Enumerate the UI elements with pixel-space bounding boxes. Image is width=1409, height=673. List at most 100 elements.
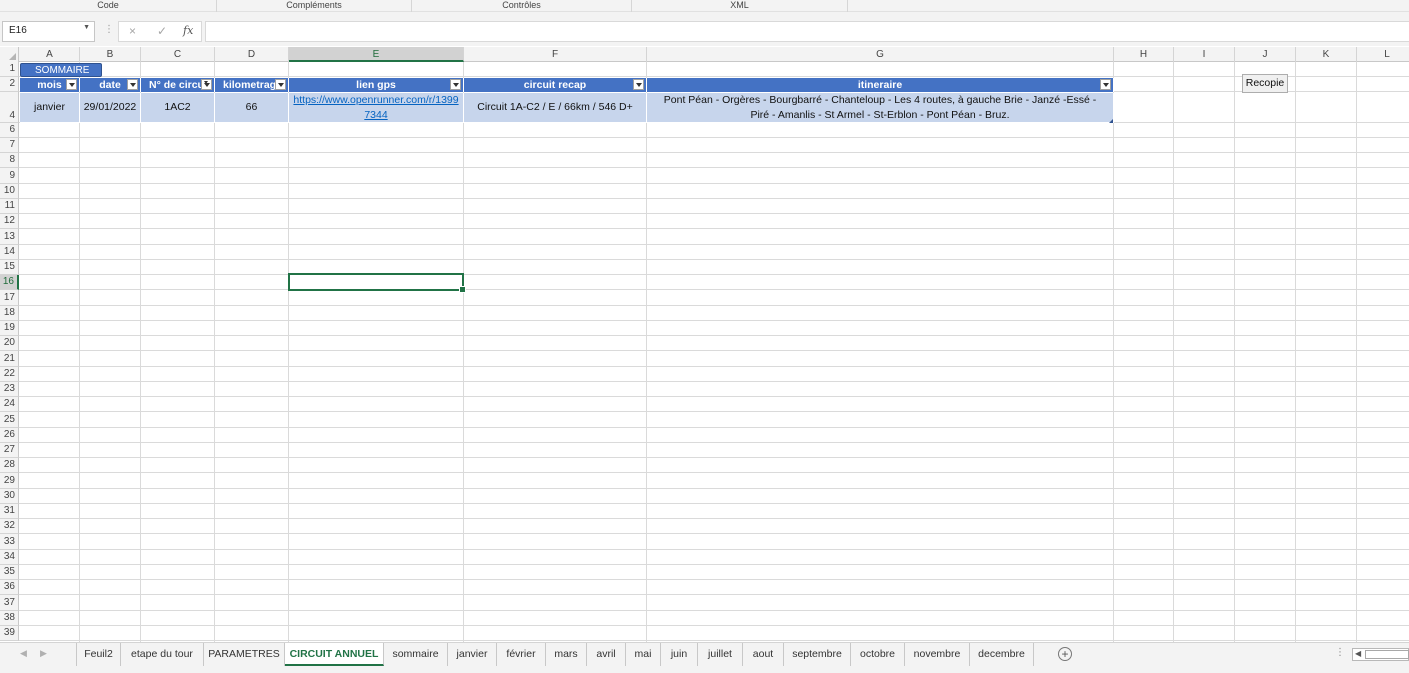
sheet-tab[interactable]: janvier	[448, 643, 497, 666]
row-header-15[interactable]: 15	[0, 260, 19, 275]
column-header-f[interactable]: F	[464, 47, 647, 62]
sheet-tab[interactable]: avril	[587, 643, 626, 666]
row-header-34[interactable]: 34	[0, 550, 19, 565]
check-icon[interactable]: ✓	[157, 24, 167, 38]
name-box[interactable]: E16 ▼	[2, 21, 95, 42]
scroll-tabs-left-icon[interactable]: ◀	[20, 648, 27, 659]
row-header-29[interactable]: 29	[0, 473, 19, 489]
sommaire-button[interactable]: SOMMAIRE	[20, 63, 102, 77]
row-header-37[interactable]: 37	[0, 595, 19, 611]
filter-dropdown-icon[interactable]	[450, 79, 461, 90]
sheet-tab[interactable]: etape du tour	[121, 643, 204, 666]
filter-dropdown-icon[interactable]	[633, 79, 644, 90]
cell-itineraire[interactable]: Pont Péan - Orgères - Bourgbarré - Chant…	[647, 93, 1114, 123]
column-header-h[interactable]: H	[1114, 47, 1174, 62]
select-all-button[interactable]	[0, 47, 19, 62]
filter-dropdown-icon[interactable]	[127, 79, 138, 90]
row-header-25[interactable]: 25	[0, 412, 19, 428]
row-header-21[interactable]: 21	[0, 351, 19, 367]
cell-lien-gps[interactable]: https://www.openrunner.com/r/13997344	[289, 93, 464, 123]
filter-active-icon[interactable]	[201, 79, 212, 90]
cell-circuit[interactable]: 1AC2	[141, 93, 215, 123]
recopie-button[interactable]: Recopie	[1242, 74, 1288, 93]
sheet-tab[interactable]: CIRCUIT ANNUEL	[285, 643, 384, 666]
row-header-24[interactable]: 24	[0, 397, 19, 412]
row-header-2[interactable]: 2	[0, 77, 19, 92]
row-header-39[interactable]: 39	[0, 626, 19, 641]
column-header-b[interactable]: B	[80, 47, 141, 62]
sheet-tab[interactable]: sommaire	[384, 643, 448, 666]
row-header-10[interactable]: 10	[0, 184, 19, 199]
sheet-tab[interactable]: mai	[626, 643, 661, 666]
column-header-e[interactable]: E	[289, 47, 464, 62]
row-header-18[interactable]: 18	[0, 306, 19, 321]
row-header-27[interactable]: 27	[0, 443, 19, 458]
sheet-tab[interactable]: septembre	[784, 643, 851, 666]
selected-cell[interactable]	[288, 273, 466, 293]
cell-date[interactable]: 29/01/2022	[80, 93, 141, 123]
row-header-32[interactable]: 32	[0, 519, 19, 534]
row-header-6[interactable]: 6	[0, 123, 19, 138]
column-header-c[interactable]: C	[141, 47, 215, 62]
column-header-d[interactable]: D	[215, 47, 289, 62]
column-header-l[interactable]: L	[1357, 47, 1409, 62]
filter-dropdown-icon[interactable]	[1100, 79, 1111, 90]
row-header-20[interactable]: 20	[0, 336, 19, 351]
sheet-tab[interactable]: novembre	[905, 643, 970, 666]
table-resize-handle[interactable]	[1109, 119, 1113, 123]
sheet-tab[interactable]: Feuil2	[76, 643, 121, 666]
more-options-icon[interactable]: ⋮	[1335, 647, 1345, 658]
sheet-tab[interactable]: octobre	[851, 643, 905, 666]
column-header-i[interactable]: I	[1174, 47, 1235, 62]
horizontal-scrollbar[interactable]: ◀	[1352, 648, 1409, 661]
row-header-12[interactable]: 12	[0, 214, 19, 229]
filter-dropdown-icon[interactable]	[275, 79, 286, 90]
sheet-tab[interactable]: decembre	[970, 643, 1034, 666]
row-header-28[interactable]: 28	[0, 458, 19, 473]
scrollbar-thumb[interactable]	[1365, 650, 1409, 659]
row-header-1[interactable]: 1	[0, 62, 19, 77]
cell-circuit-recap[interactable]: Circuit 1A-C2 / E / 66km / 546 D+	[464, 93, 647, 123]
chevron-down-icon[interactable]: ▼	[83, 24, 90, 31]
drag-handle-icon[interactable]: ⋮	[104, 24, 114, 35]
row-header-23[interactable]: 23	[0, 382, 19, 397]
formula-input[interactable]	[205, 21, 1409, 42]
row-header-16[interactable]: 16	[0, 275, 19, 290]
row-header-26[interactable]: 26	[0, 428, 19, 443]
row-header-8[interactable]: 8	[0, 153, 19, 168]
sheet-tab[interactable]: aout	[743, 643, 784, 666]
scroll-left-icon[interactable]: ◀	[1355, 649, 1361, 658]
sheet-tab[interactable]: mars	[546, 643, 587, 666]
row-header-19[interactable]: 19	[0, 321, 19, 336]
insert-function-icon[interactable]: fx	[183, 24, 193, 37]
gps-link[interactable]: https://www.openrunner.com/r/13997344	[291, 93, 461, 122]
row-header-14[interactable]: 14	[0, 245, 19, 260]
row-header-35[interactable]: 35	[0, 565, 19, 580]
add-sheet-icon[interactable]: +	[1058, 647, 1072, 661]
column-header-k[interactable]: K	[1296, 47, 1357, 62]
column-header-j[interactable]: J	[1235, 47, 1296, 62]
row-header-31[interactable]: 31	[0, 504, 19, 519]
cancel-icon[interactable]: ×	[129, 24, 136, 38]
filter-dropdown-icon[interactable]	[66, 79, 77, 90]
scroll-tabs-right-icon[interactable]: ▶	[40, 648, 47, 659]
sheet-tab[interactable]: PARAMETRES	[204, 643, 285, 666]
cell-kilometrage[interactable]: 66	[215, 93, 289, 123]
row-header-7[interactable]: 7	[0, 138, 19, 153]
row-header-22[interactable]: 22	[0, 367, 19, 382]
row-header-36[interactable]: 36	[0, 580, 19, 595]
column-header-a[interactable]: A	[20, 47, 80, 62]
sheet-tab[interactable]: juin	[661, 643, 698, 666]
sheet-tab[interactable]: février	[497, 643, 546, 666]
row-header-38[interactable]: 38	[0, 611, 19, 626]
row-header-30[interactable]: 30	[0, 489, 19, 504]
row-header-13[interactable]: 13	[0, 229, 19, 245]
sheet-tab[interactable]: juillet	[698, 643, 743, 666]
cell-mois[interactable]: janvier	[20, 93, 80, 123]
row-header-4[interactable]: 4	[0, 92, 19, 123]
row-header-33[interactable]: 33	[0, 534, 19, 550]
row-header-17[interactable]: 17	[0, 290, 19, 306]
column-header-g[interactable]: G	[647, 47, 1114, 62]
spreadsheet-grid[interactable]: ABCDEFGHIJKL 1 2 4 6 7 8 9 10 11 12 13 14 15 16 17 18 19…	[0, 47, 1409, 642]
row-header-11[interactable]: 11	[0, 199, 19, 214]
